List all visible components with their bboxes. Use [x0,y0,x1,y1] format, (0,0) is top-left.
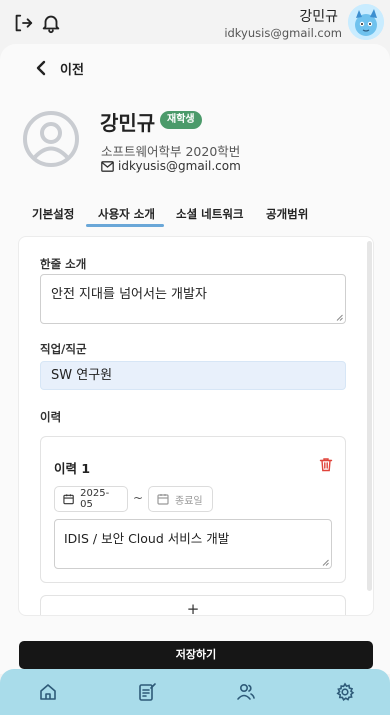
bottom-nav [0,669,390,715]
profile-avatar-icon [23,111,79,167]
end-date-picker[interactable]: 종료일 [148,486,213,512]
profile-department: 소프트웨어학부 2020학번 [101,144,241,159]
people-icon[interactable] [236,682,256,702]
resize-grip-icon[interactable] [322,559,329,566]
trash-icon[interactable] [319,457,333,472]
back-button[interactable]: 이전 [34,58,84,78]
board-edit-icon[interactable] [137,682,157,702]
calendar-icon [157,494,169,505]
tab-social-network[interactable]: 소셜 네트워크 [176,206,243,222]
start-date-picker[interactable]: 2025-05 [54,486,128,512]
active-tab-indicator [86,224,164,227]
start-date-value: 2025-05 [80,488,110,510]
status-badge: 재학생 [160,111,202,129]
career-description-value: IDIS / 보안 Cloud 서비스 개발 [64,531,230,546]
avatar-icon[interactable] [348,4,384,40]
top-bar: 강민규 idkyusis@gmail.com [0,0,390,44]
profile-name: 강민규 [100,111,156,135]
settings-icon[interactable] [335,682,355,702]
mail-icon [101,160,114,172]
user-email: idkyusis@gmail.com [224,26,342,40]
job-label: 직업/직군 [40,342,87,356]
career-description-field[interactable]: IDIS / 보안 Cloud 서비스 개발 [54,519,332,569]
add-career-button[interactable]: + [40,595,346,616]
scrollbar[interactable] [367,241,372,591]
bell-icon[interactable] [40,12,62,34]
end-date-placeholder: 종료일 [175,495,203,507]
intro-textarea[interactable]: 안전 지대를 넘어서는 개발자 [40,274,346,324]
logout-icon[interactable] [12,12,34,34]
career-label: 이력 [40,410,62,424]
job-field[interactable]: SW 연구원 [40,361,346,390]
profile-tabs: 기본설정 사용자 소개 소셜 네트워크 공개범위 [0,206,390,228]
intro-label: 한줄 소개 [40,257,87,271]
intro-form-card: 한줄 소개 안전 지대를 넘어서는 개발자 직업/직군 SW 연구원 이력 이력… [18,236,374,616]
tab-user-intro[interactable]: 사용자 소개 [98,206,155,222]
profile-email: idkyusis@gmail.com [118,159,241,173]
date-separator: ~ [133,491,144,505]
profile-email-row: idkyusis@gmail.com [101,159,241,173]
user-name: 강민규 [299,9,338,25]
tab-basic-settings[interactable]: 기본설정 [32,206,74,222]
save-button[interactable]: 저장하기 [19,641,373,669]
resize-grip-icon[interactable] [336,314,343,321]
career-item: 이력 1 2025-05 ~ 종료일 IDIS / 보안 Cloud 서비스 개… [40,436,346,583]
plus-icon: + [186,600,200,616]
back-label: 이전 [60,62,84,78]
tab-visibility[interactable]: 공개범위 [266,206,308,222]
home-icon[interactable] [38,682,58,702]
career-title: 이력 1 [54,461,91,476]
calendar-icon [63,494,74,505]
chevron-left-icon [36,60,46,76]
intro-value: 안전 지대를 넘어서는 개발자 [51,287,207,302]
